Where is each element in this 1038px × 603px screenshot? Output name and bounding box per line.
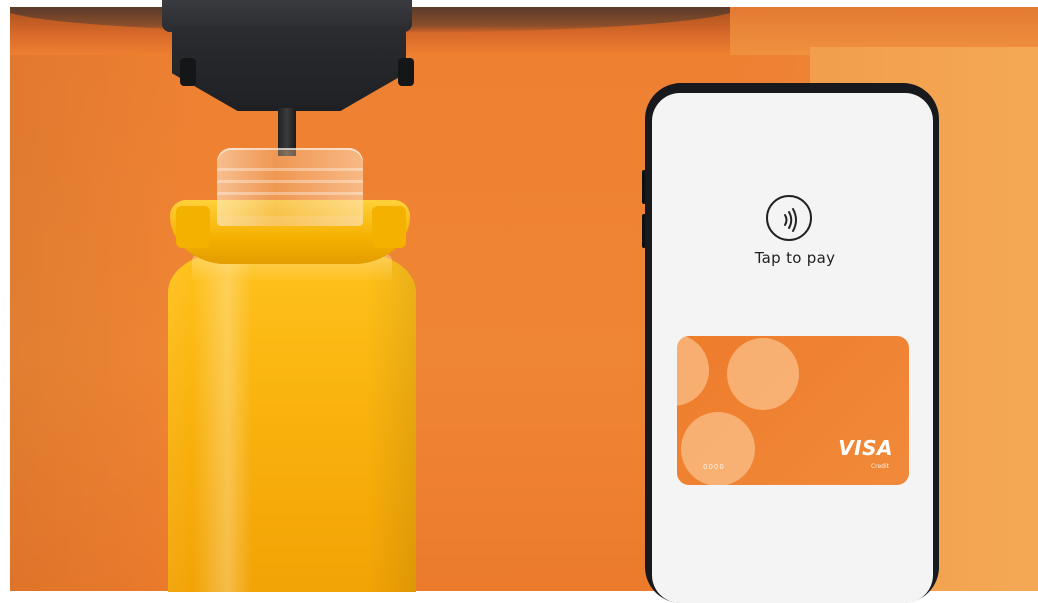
bottle-thread [217,180,363,183]
contactless-waves [784,208,797,232]
visa-logo: VISA [838,436,893,460]
nozzle-knob-left [180,58,196,86]
card-number: 0000 [703,463,725,471]
card-type: Credit [870,463,889,470]
tap-to-pay-label: Tap to pay [754,249,836,267]
card-dot [727,338,799,410]
bottle-neck [217,148,363,226]
bottle-thread [217,168,363,171]
card-dot [681,412,755,485]
card-dot [677,336,709,406]
collar-tab-left [176,206,210,248]
contactless-icon[interactable] [766,195,812,241]
juice-bottle [168,252,416,592]
payment-card[interactable]: 0000 VISA Credit [677,336,909,485]
nozzle-knob-right [398,58,414,86]
collar-tab-right [372,206,406,248]
bottle-thread [217,192,363,195]
